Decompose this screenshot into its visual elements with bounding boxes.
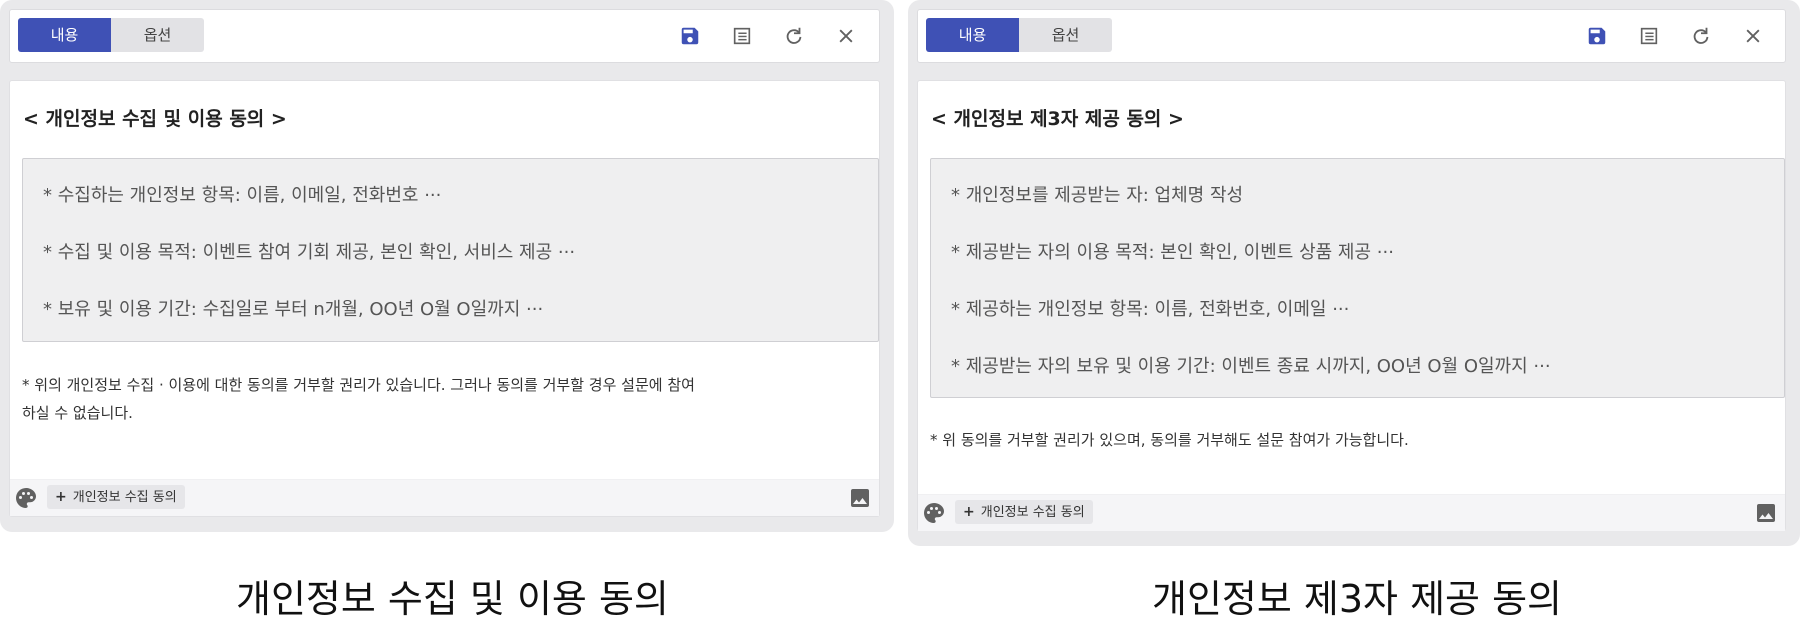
note-line: * 위 동의를 거부할 권리가 있으며, 동의를 거부해도 설문 참여가 가능합… (930, 431, 1409, 449)
caption: 개인정보 수집 및 이용 동의 (236, 577, 669, 621)
undo-icon (1693, 27, 1709, 44)
plus-icon: + (963, 504, 975, 520)
editor-footer: + 개인정보 수집 동의 (918, 494, 1785, 531)
tag-label: 개인정보 수집 동의 (72, 490, 177, 505)
tab-switcher: 내용 옵션 (18, 18, 204, 52)
list-view-button[interactable] (1632, 21, 1666, 51)
tab-switcher: 내용 옵션 (926, 18, 1112, 52)
tab-content[interactable]: 내용 (18, 18, 111, 52)
consent-item: * 제공받는 자의 보유 및 이용 기간: 이벤트 종료 시까지, OO년 O월… (951, 356, 1551, 377)
content-card: < 개인정보 제3자 제공 동의 > * 개인정보를 제공받는 자: 업체명 작… (917, 80, 1786, 531)
image-icon (1757, 504, 1775, 522)
editor-toolbar: 내용 옵션 (9, 9, 880, 63)
add-consent-tag-button[interactable]: + 개인정보 수집 동의 (47, 485, 185, 509)
close-icon (839, 29, 853, 43)
note-line: 하실 수 없습니다. (22, 404, 133, 422)
consent-item: * 개인정보를 제공받는 자: 업체명 작성 (951, 185, 1244, 206)
list-icon (733, 27, 751, 45)
save-button[interactable] (1580, 21, 1614, 51)
editor-panel-privacy-collection: 내용 옵션 < 개인정보 수집 및 이용 동의 > * 수집하는 개인정보 항목… (0, 0, 894, 532)
save-icon (681, 27, 699, 45)
consent-note: * 위의 개인정보 수집 · 이용에 대한 동의를 거부할 권리가 있습니다. … (22, 371, 877, 427)
palette-icon (16, 488, 36, 508)
palette-button[interactable] (922, 501, 946, 529)
editor-footer: + 개인정보 수집 동의 (10, 479, 879, 516)
editor-panel-third-party: 내용 옵션 < 개인정보 제3자 제공 동의 > * 개인정보를 제공받는 자:… (908, 0, 1800, 546)
insert-image-button[interactable] (848, 486, 872, 514)
consent-note: * 위 동의를 거부할 권리가 있으며, 동의를 거부해도 설문 참여가 가능합… (930, 426, 1783, 454)
consent-item: * 수집하는 개인정보 항목: 이름, 이메일, 전화번호 ··· (43, 185, 442, 206)
undo-icon (786, 27, 802, 44)
undo-button[interactable] (777, 21, 811, 51)
close-button[interactable] (1736, 21, 1770, 51)
insert-image-button[interactable] (1754, 501, 1778, 529)
content-card: < 개인정보 수집 및 이용 동의 > * 수집하는 개인정보 항목: 이름, … (9, 80, 880, 517)
add-consent-tag-button[interactable]: + 개인정보 수집 동의 (955, 500, 1093, 524)
toolbar-actions (1580, 21, 1770, 51)
consent-details-box[interactable]: * 수집하는 개인정보 항목: 이름, 이메일, 전화번호 ··· * 수집 및… (22, 158, 879, 342)
tag-label: 개인정보 수집 동의 (980, 505, 1085, 520)
tab-content[interactable]: 내용 (926, 18, 1019, 52)
tab-options[interactable]: 옵션 (111, 18, 204, 52)
consent-item: * 보유 및 이용 기간: 수집일로 부터 n개월, OO년 O월 O일까지 ·… (43, 299, 544, 320)
consent-item: * 제공받는 자의 이용 목적: 본인 확인, 이벤트 상품 제공 ··· (951, 242, 1394, 263)
palette-button[interactable] (14, 486, 38, 514)
save-button[interactable] (673, 21, 707, 51)
list-view-button[interactable] (725, 21, 759, 51)
consent-item: * 수집 및 이용 목적: 이벤트 참여 기회 제공, 본인 확인, 서비스 제… (43, 242, 576, 263)
save-icon (1588, 27, 1606, 45)
caption: 개인정보 제3자 제공 동의 (1152, 577, 1563, 621)
palette-icon (924, 503, 944, 523)
consent-title: < 개인정보 수집 및 이용 동의 > (23, 108, 287, 130)
plus-icon: + (55, 489, 67, 505)
list-icon (1640, 27, 1658, 45)
close-button[interactable] (829, 21, 863, 51)
consent-title: < 개인정보 제3자 제공 동의 > (931, 108, 1184, 130)
tab-options[interactable]: 옵션 (1019, 18, 1112, 52)
consent-details-box[interactable]: * 개인정보를 제공받는 자: 업체명 작성 * 제공받는 자의 이용 목적: … (930, 158, 1785, 398)
editor-toolbar: 내용 옵션 (917, 9, 1786, 63)
toolbar-actions (673, 21, 863, 51)
note-line: * 위의 개인정보 수집 · 이용에 대한 동의를 거부할 권리가 있습니다. … (22, 376, 695, 394)
close-icon (1746, 29, 1760, 43)
consent-item: * 제공하는 개인정보 항목: 이름, 전화번호, 이메일 ··· (951, 299, 1350, 320)
undo-button[interactable] (1684, 21, 1718, 51)
image-icon (851, 489, 869, 507)
